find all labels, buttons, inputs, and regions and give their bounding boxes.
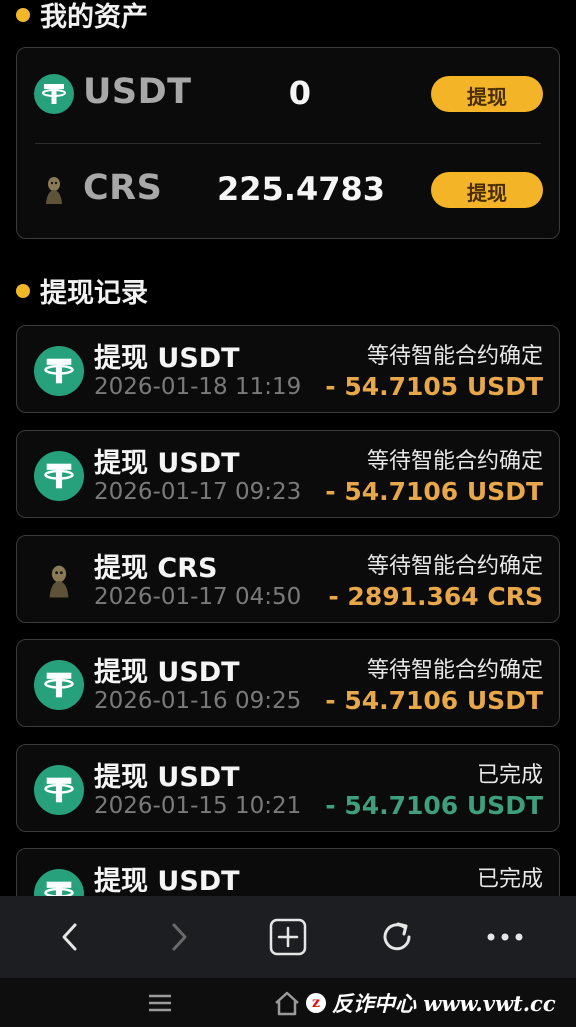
record-status: 等待智能合约确定: [366, 658, 543, 683]
usdt-icon: [34, 451, 84, 501]
withdraw-record[interactable]: 提现 CRS 2026-01-17 04:50 等待智能合约确定 - 2891.…: [16, 535, 560, 623]
record-time: 2026-01-17 04:50: [94, 584, 302, 610]
asset-amount: 225.4783: [217, 170, 386, 208]
assets-section-title: 我的资产: [16, 0, 148, 34]
record-status: 已完成: [476, 763, 543, 788]
record-amount: - 54.7106 USDT: [325, 477, 543, 506]
records-section-title: 提现记录: [16, 271, 148, 310]
record-amount: - 2891.364 CRS: [328, 582, 543, 611]
assets-card: USDT 0 提现 CRS 225.4783 提现: [16, 47, 560, 239]
record-time: 2026-01-15 10:21: [94, 793, 302, 819]
crs-icon: [34, 556, 84, 606]
forward-icon[interactable]: [156, 914, 202, 960]
record-amount: - 54.7105 USDT: [325, 372, 543, 401]
withdraw-record[interactable]: 提现 USDT 2026-01-17 09:23 等待智能合约确定 - 54.7…: [16, 430, 560, 518]
asset-symbol: USDT: [83, 72, 192, 112]
record-title: 提现 USDT: [94, 657, 240, 688]
record-status: 已完成: [476, 867, 543, 892]
records-title: 提现记录: [40, 278, 148, 309]
record-amount: - 54.7106 USDT: [325, 791, 543, 820]
bullet-dot-icon: [16, 283, 30, 298]
usdt-icon: [34, 346, 84, 396]
usdt-icon: [34, 74, 74, 114]
usdt-icon: [34, 765, 84, 815]
record-title: 提现 USDT: [94, 762, 240, 793]
browser-toolbar: [0, 896, 576, 978]
record-amount: - 54.7106 USDT: [325, 686, 543, 715]
watermark-badge-icon: z: [306, 993, 326, 1013]
watermark: z 反诈中心 www.vwt.cc: [306, 988, 556, 1018]
record-title: 提现 CRS: [94, 553, 218, 584]
record-status: 等待智能合约确定: [366, 344, 543, 369]
record-time: 2026-01-18 11:19: [94, 374, 302, 400]
home-icon[interactable]: [272, 988, 302, 1018]
menu-icon[interactable]: [145, 988, 175, 1018]
record-title: 提现 USDT: [94, 866, 240, 897]
refresh-icon[interactable]: [374, 914, 420, 960]
withdraw-crs-button[interactable]: 提现: [431, 172, 543, 208]
more-icon[interactable]: [482, 914, 528, 960]
record-title: 提现 USDT: [94, 343, 240, 374]
record-title: 提现 USDT: [94, 448, 240, 479]
withdraw-record[interactable]: 提现 USDT 2026-01-18 11:19 等待智能合约确定 - 54.7…: [16, 325, 560, 413]
bullet-dot-icon: [16, 7, 30, 22]
record-time: 2026-01-17 09:23: [94, 479, 302, 505]
record-status: 等待智能合约确定: [366, 449, 543, 474]
usdt-icon: [34, 660, 84, 710]
crs-icon: [34, 170, 74, 210]
record-time: 2026-01-16 09:25: [94, 688, 302, 714]
record-status: 等待智能合约确定: [366, 554, 543, 579]
withdraw-record[interactable]: 提现 USDT 2026-01-16 09:25 等待智能合约确定 - 54.7…: [16, 639, 560, 727]
asset-symbol: CRS: [83, 168, 163, 208]
new-tab-icon[interactable]: [265, 914, 311, 960]
withdraw-usdt-button[interactable]: 提现: [431, 76, 543, 112]
withdraw-record[interactable]: 提现 USDT 2026-01-15 10:21 已完成 - 54.7106 U…: [16, 744, 560, 832]
asset-row-usdt: USDT 0 提现: [17, 48, 559, 144]
back-icon[interactable]: [47, 914, 93, 960]
asset-row-crs: CRS 225.4783 提现: [17, 144, 559, 240]
assets-title: 我的资产: [40, 2, 148, 33]
watermark-text: 反诈中心 www.vwt.cc: [332, 991, 556, 1016]
asset-amount: 0: [288, 74, 311, 112]
